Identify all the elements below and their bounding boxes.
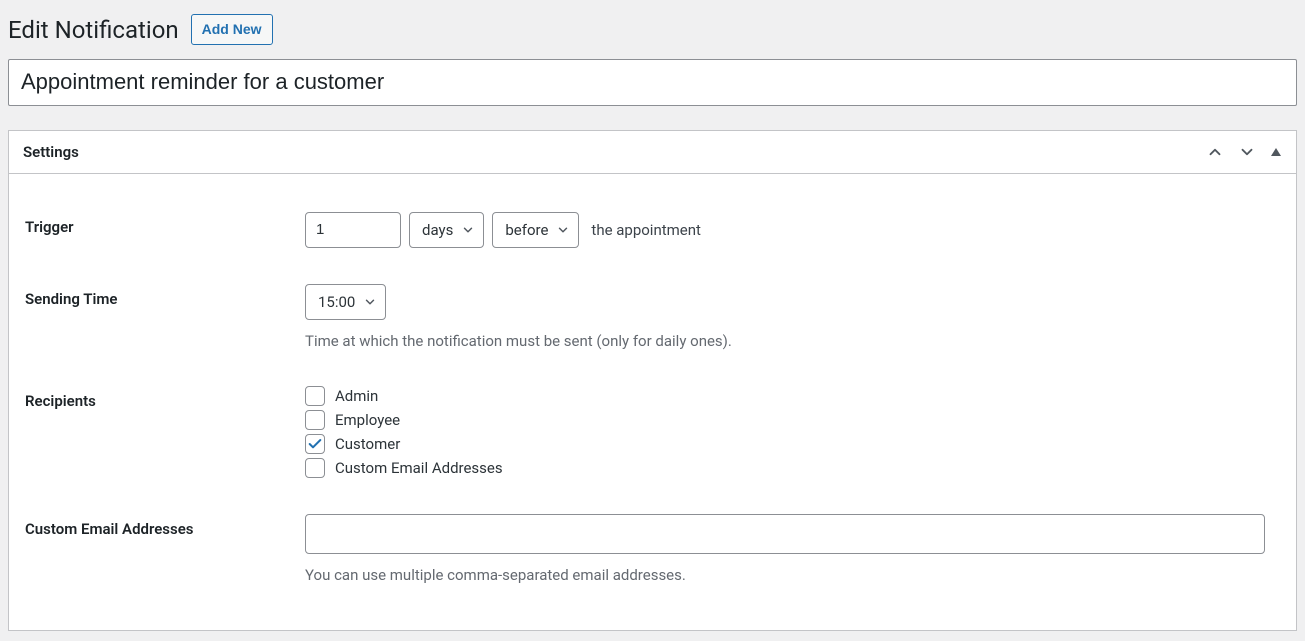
collapse-toggle-button[interactable] — [1270, 146, 1282, 158]
move-down-button[interactable] — [1238, 143, 1256, 161]
sending-time-value: 15:00 — [318, 293, 355, 311]
checkbox[interactable] — [305, 410, 325, 430]
recipient-option-label: Customer — [335, 435, 400, 453]
panel-header: Settings — [9, 131, 1296, 174]
row-recipients: Recipients Admin Employee — [25, 368, 1280, 496]
checkbox[interactable] — [305, 458, 325, 478]
chevron-down-icon — [363, 295, 377, 309]
trigger-unit-select[interactable]: days — [409, 212, 484, 248]
chevron-down-icon — [461, 223, 475, 237]
sending-time-select[interactable]: 15:00 — [305, 284, 386, 320]
recipient-option-label: Employee — [335, 411, 400, 429]
checkbox[interactable] — [305, 434, 325, 454]
recipient-option-customer[interactable]: Customer — [305, 434, 1280, 454]
settings-panel: Settings Trigger days — [8, 130, 1297, 631]
chevron-down-icon — [1238, 143, 1256, 161]
chevron-down-icon — [556, 223, 570, 237]
row-sending-time: Sending Time 15:00 Time at which the not… — [25, 266, 1280, 368]
sending-time-help: Time at which the notification must be s… — [305, 332, 1280, 350]
trigger-number-input[interactable] — [305, 212, 401, 248]
trigger-relation-select[interactable]: before — [492, 212, 579, 248]
recipient-option-custom[interactable]: Custom Email Addresses — [305, 458, 1280, 478]
page-title: Edit Notification — [8, 16, 179, 44]
checkbox[interactable] — [305, 386, 325, 406]
notification-title-input[interactable] — [8, 59, 1297, 106]
recipients-label: Recipients — [25, 386, 305, 410]
panel-header-title: Settings — [23, 143, 79, 161]
trigger-label: Trigger — [25, 212, 305, 236]
chevron-up-icon — [1206, 143, 1224, 161]
trigger-suffix-text: the appointment — [591, 221, 701, 239]
recipient-option-label: Custom Email Addresses — [335, 459, 503, 477]
custom-email-help: You can use multiple comma-separated ema… — [305, 566, 1280, 584]
triangle-up-icon — [1270, 146, 1282, 158]
recipients-list: Admin Employee Customer — [305, 386, 1280, 478]
trigger-unit-value: days — [422, 221, 453, 239]
recipient-option-employee[interactable]: Employee — [305, 410, 1280, 430]
custom-email-input[interactable] — [305, 514, 1265, 554]
recipient-option-admin[interactable]: Admin — [305, 386, 1280, 406]
trigger-relation-value: before — [505, 221, 548, 239]
add-new-button[interactable]: Add New — [191, 14, 273, 45]
row-custom-email: Custom Email Addresses You can use multi… — [25, 496, 1280, 602]
row-trigger: Trigger days before the appointment — [25, 194, 1280, 266]
move-up-button[interactable] — [1206, 143, 1224, 161]
sending-time-label: Sending Time — [25, 284, 305, 308]
custom-email-label: Custom Email Addresses — [25, 514, 305, 538]
recipient-option-label: Admin — [335, 387, 378, 405]
